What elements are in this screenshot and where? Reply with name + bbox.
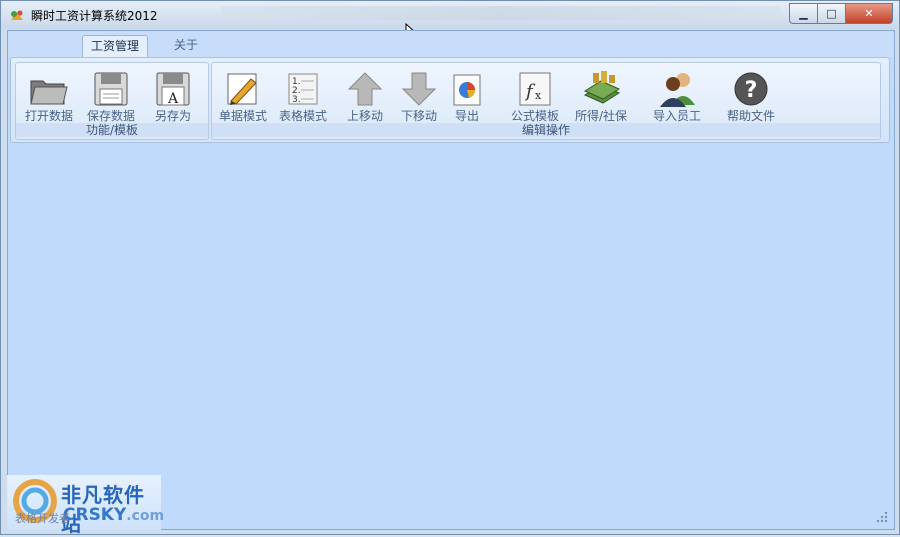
move-up-button[interactable]: 上移动: [334, 67, 396, 123]
resize-grip-icon[interactable]: [876, 511, 888, 523]
window-title: 瞬时工资计算系统2012: [31, 9, 158, 23]
group-label-edit: 编辑操作: [212, 123, 880, 137]
ribbon-group-function: 打开数据 保存数据 A 另存为 功能/模板: [15, 62, 209, 140]
ribbon-group-edit: 单据模式 1. 2. 3. 表格模式 上移动 下移动 导出 f x 公式模板 所…: [211, 62, 881, 140]
client-area: 工资管理 关于 打开数据 保存数据 A 另存为 功能/模板 单据模式 1. 2.…: [7, 30, 895, 530]
tab-salary-management[interactable]: 工资管理: [82, 35, 149, 57]
arrow-down-icon: [401, 72, 437, 106]
site-watermark: 非凡软件站 CRSKY.com 表格开发者: [7, 475, 164, 536]
svg-text:?: ?: [745, 78, 758, 103]
app-window: 瞬时工资计算系统2012 ▁ □ ✕ 工资管理 关于 打开数据 保存数据 A 另…: [0, 0, 900, 536]
table-mode-button[interactable]: 1. 2. 3. 表格模式: [272, 67, 334, 123]
income-social-label: 所得/社保: [574, 109, 628, 123]
watermark-en-text: CRSKY.com: [63, 505, 164, 525]
blurred-region: [221, 6, 781, 20]
folder-open-icon: [30, 80, 68, 105]
maximize-button[interactable]: □: [817, 3, 845, 24]
arrow-up-icon: [347, 72, 383, 106]
numbered-list-icon: 1. 2. 3.: [288, 73, 318, 105]
move-up-label: 上移动: [346, 109, 383, 123]
watermark-domain: .com: [126, 508, 165, 524]
import-employees-label: 导入员工: [652, 109, 701, 123]
export-label: 导出: [454, 109, 479, 123]
floppy-save-as-icon: A: [156, 72, 190, 107]
open-data-button[interactable]: 打开数据: [18, 67, 80, 123]
app-icon: [11, 10, 23, 20]
minimize-button[interactable]: ▁: [789, 3, 817, 24]
save-as-button[interactable]: A 另存为: [142, 67, 204, 123]
watermark-brand: CRSKY: [63, 505, 127, 525]
voucher-mode-button[interactable]: 单据模式: [212, 67, 274, 123]
money-stack-icon: [583, 71, 621, 104]
close-button[interactable]: ✕: [845, 3, 893, 24]
svg-text:A: A: [167, 91, 179, 107]
help-file-label: 帮助文件: [726, 109, 775, 123]
svg-text:3.: 3.: [292, 95, 301, 105]
formula-template-button[interactable]: f x 公式模板: [504, 67, 566, 123]
voucher-mode-label: 单据模式: [218, 109, 267, 123]
income-social-button[interactable]: 所得/社保: [570, 67, 632, 123]
save-data-button[interactable]: 保存数据: [80, 67, 142, 123]
svg-text:x: x: [535, 89, 542, 102]
tab-strip: 工资管理 关于: [8, 31, 894, 57]
export-button[interactable]: 导出: [436, 67, 498, 123]
import-employees-button[interactable]: 导入员工: [646, 67, 708, 123]
title-bar[interactable]: 瞬时工资计算系统2012 ▁ □ ✕: [1, 1, 899, 43]
status-text: 表格开发者: [15, 512, 70, 525]
export-chart-icon: [453, 74, 481, 106]
save-data-label: 保存数据: [86, 109, 135, 123]
help-icon: ?: [734, 72, 768, 106]
users-icon: [660, 73, 695, 107]
floppy-save-icon: [94, 72, 128, 106]
window-controls: ▁ □ ✕: [789, 3, 893, 24]
pencil-note-icon: [227, 73, 257, 105]
group-label-function: 功能/模板: [16, 123, 208, 137]
ribbon: 打开数据 保存数据 A 另存为 功能/模板 单据模式 1. 2. 3. 表格模式…: [10, 57, 890, 143]
table-mode-label: 表格模式: [278, 109, 327, 123]
formula-template-label: 公式模板: [510, 109, 559, 123]
help-file-button[interactable]: ? 帮助文件: [720, 67, 782, 123]
formula-fx-icon: f x: [519, 72, 551, 106]
open-data-label: 打开数据: [24, 109, 73, 123]
save-as-label: 另存为: [154, 109, 191, 123]
tab-about[interactable]: 关于: [166, 35, 206, 56]
